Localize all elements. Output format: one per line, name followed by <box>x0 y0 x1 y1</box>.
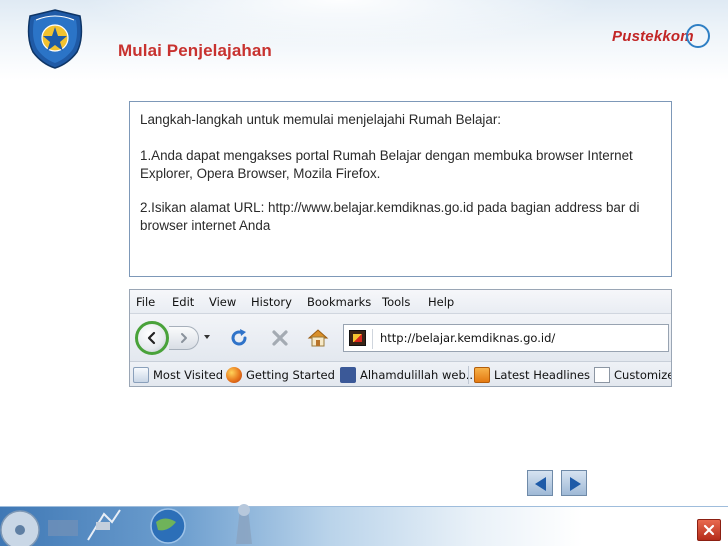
bookmark-latest-headlines[interactable]: Latest Headlines <box>474 367 590 383</box>
slide-title: Mulai Penjelajahan <box>118 41 272 60</box>
triangle-left-icon <box>535 477 546 491</box>
address-bar[interactable]: http://belajar.kemdiknas.go.id/ <box>343 324 669 352</box>
browser-menubar: File Edit View History Bookmarks Tools H… <box>130 290 671 314</box>
triangle-right-icon <box>570 477 581 491</box>
menu-bookmarks[interactable]: Bookmarks <box>307 295 371 309</box>
rss-feed-icon <box>474 367 490 383</box>
stop-icon[interactable] <box>269 327 291 349</box>
kemdiknas-logo-icon <box>27 9 83 69</box>
bookmarks-toolbar: Most Visited Getting Started Alhamdulill… <box>130 363 671 386</box>
bookmark-customize[interactable]: Customize <box>594 367 671 383</box>
forward-arrow-icon <box>181 333 187 343</box>
history-dropdown-icon[interactable] <box>204 335 210 339</box>
instruction-step-2: 2.Isikan alamat URL: http://www.belajar.… <box>140 200 640 233</box>
brand-name: Pustekkom <box>612 28 694 45</box>
close-button[interactable] <box>697 519 721 541</box>
instructions-intro: Langkah-langkah untuk memulai menjelajah… <box>140 112 502 127</box>
back-arrow-icon <box>147 331 156 345</box>
address-bar-url[interactable]: http://belajar.kemdiknas.go.id/ <box>380 331 555 345</box>
instructions-panel: Langkah-langkah untuk memulai menjelajah… <box>129 101 672 277</box>
home-icon[interactable] <box>307 327 329 349</box>
menu-edit[interactable]: Edit <box>172 295 194 309</box>
bookmark-getting-started[interactable]: Getting Started <box>226 367 335 383</box>
brand-ring-icon <box>686 24 710 48</box>
menu-help[interactable]: Help <box>428 295 454 309</box>
menu-file[interactable]: File <box>136 295 155 309</box>
facebook-icon <box>340 367 356 383</box>
site-favicon-icon <box>349 330 366 346</box>
page-icon <box>594 367 610 383</box>
menu-history[interactable]: History <box>251 295 292 309</box>
reload-icon[interactable] <box>228 327 250 349</box>
pustekkom-logo: Pustekkom <box>612 24 718 54</box>
bookmark-folder-icon <box>133 367 149 383</box>
bookmark-most-visited[interactable]: Most Visited <box>133 367 223 383</box>
forward-button[interactable] <box>169 326 199 350</box>
back-button[interactable] <box>135 321 169 355</box>
bookmark-alhamdulillah[interactable]: Alhamdulillah web... <box>340 367 477 383</box>
browser-navbar: http://belajar.kemdiknas.go.id/ <box>130 314 671 362</box>
instruction-step-1: 1.Anda dapat mengakses portal Rumah Bela… <box>140 148 633 181</box>
menu-view[interactable]: View <box>209 295 236 309</box>
firefox-icon <box>226 367 242 383</box>
menu-tools[interactable]: Tools <box>382 295 410 309</box>
close-icon <box>703 524 715 536</box>
previous-slide-button[interactable] <box>527 470 553 496</box>
browser-screenshot: File Edit View History Bookmarks Tools H… <box>129 289 672 387</box>
footer-decoration <box>0 504 252 546</box>
next-slide-button[interactable] <box>561 470 587 496</box>
